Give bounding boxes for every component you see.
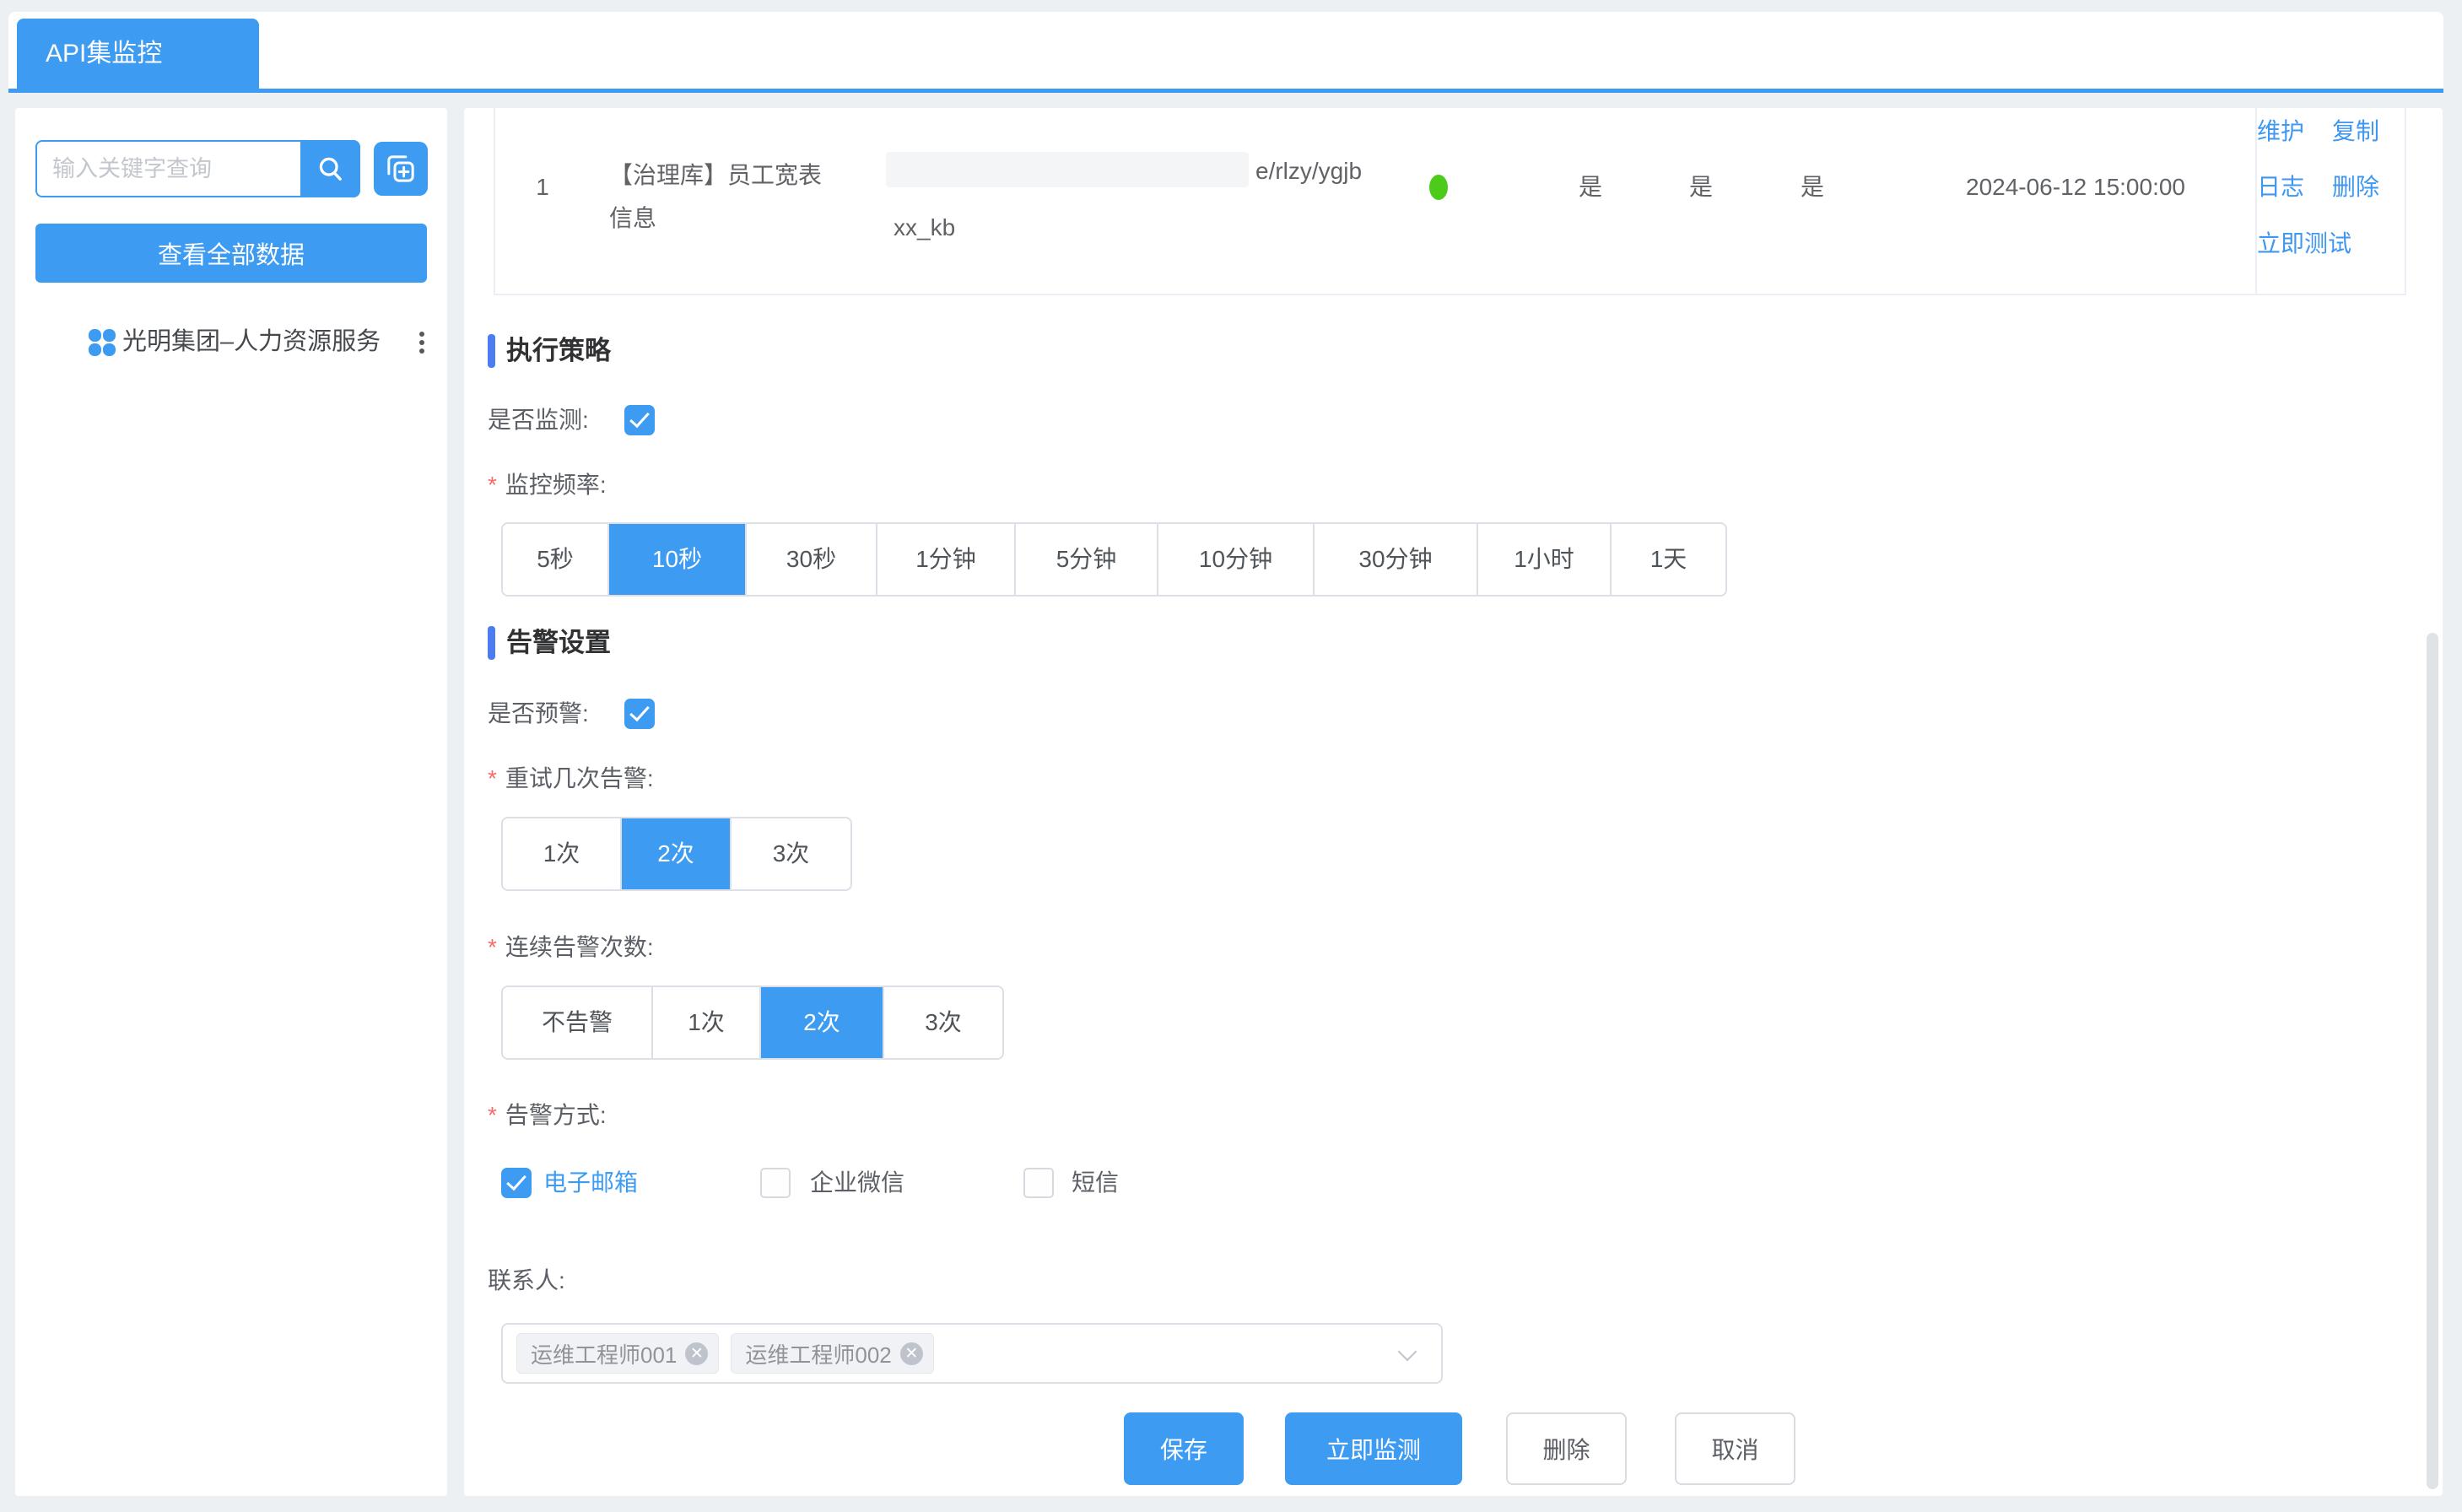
contacts-select[interactable]: 运维工程师001 ✕ 运维工程师002 ✕ [501, 1323, 1443, 1384]
retry-option-2-selected[interactable]: 2次 [620, 818, 730, 889]
required-mark: * [488, 1102, 497, 1128]
row-flag-2: 是 [1676, 170, 1726, 204]
row-url-line2: xx_kb [894, 211, 955, 245]
contacts-label: 联系人: [488, 1266, 565, 1296]
frequency-option-1h[interactable]: 1小时 [1477, 524, 1610, 595]
tree-item-label: 光明集团–人力资源服务 [122, 327, 381, 356]
prewarn-enabled-checkbox[interactable] [624, 699, 655, 729]
row-api-name: 【治理库】员工宽表 信息 [609, 154, 862, 240]
monitor-now-button[interactable]: 立即监测 [1285, 1412, 1462, 1485]
row-flag-1: 是 [1565, 170, 1616, 204]
consecutive-option-1[interactable]: 1次 [651, 987, 759, 1058]
consecutive-option-2-selected[interactable]: 2次 [759, 987, 883, 1058]
remove-contact-icon[interactable]: ✕ [685, 1342, 708, 1365]
search-input[interactable] [35, 140, 300, 197]
retry-button-group: 1次 2次 3次 [501, 817, 852, 891]
row-updated-at: 2024-06-12 15:00:00 [1924, 170, 2227, 204]
table-border-left [494, 108, 495, 295]
row-index: 1 [517, 170, 568, 204]
row-api-name-line2: 信息 [609, 197, 862, 240]
search-icon [316, 154, 346, 184]
save-button[interactable]: 保存 [1124, 1412, 1244, 1485]
more-menu-icon[interactable] [415, 329, 429, 356]
add-copy-button[interactable] [374, 142, 428, 196]
exec-policy-section-title: 执行策略 [506, 334, 611, 368]
action-maintain-link[interactable]: 维护 [2257, 115, 2304, 148]
exec-policy-section-bar [488, 334, 495, 368]
frequency-button-group: 5秒 10秒 30秒 1分钟 5分钟 10分钟 30分钟 1小时 1天 [501, 522, 1727, 597]
frequency-option-30s[interactable]: 30秒 [745, 524, 876, 595]
search-group [35, 140, 360, 197]
method-email-label[interactable]: 电子邮箱 [543, 1168, 638, 1198]
prewarn-enabled-label: 是否预警: [488, 699, 589, 729]
frequency-option-1d[interactable]: 1天 [1610, 524, 1725, 595]
method-wechat-checkbox[interactable] [760, 1168, 791, 1198]
row-api-name-line1: 【治理库】员工宽表 [609, 154, 862, 197]
contact-tag: 运维工程师001 ✕ [516, 1333, 719, 1374]
consecutive-label: *连续告警次数: [488, 932, 654, 963]
retry-option-1[interactable]: 1次 [503, 818, 620, 889]
frequency-option-1min[interactable]: 1分钟 [876, 524, 1014, 595]
delete-button[interactable]: 删除 [1506, 1412, 1627, 1485]
api-monitor-page: API集监控 查看全部数据 光明集团–人力资源服务 [0, 0, 2462, 1512]
alert-settings-section-bar [488, 626, 495, 660]
frequency-option-5min[interactable]: 5分钟 [1014, 524, 1157, 595]
consecutive-button-group: 不告警 1次 2次 3次 [501, 986, 1004, 1060]
required-mark: * [488, 934, 497, 960]
tab-bar: API集监控 [8, 12, 2443, 93]
sidebar: 查看全部数据 光明集团–人力资源服务 [15, 108, 447, 1496]
method-sms-checkbox[interactable] [1023, 1168, 1054, 1198]
alert-settings-section-title: 告警设置 [506, 626, 611, 660]
contact-tag-label: 运维工程师001 [531, 1338, 677, 1369]
status-dot-green [1429, 175, 1448, 200]
contact-tag: 运维工程师002 ✕ [731, 1333, 933, 1374]
retry-label: *重试几次告警: [488, 764, 654, 794]
tab-api-monitor[interactable]: API集监控 [17, 19, 259, 89]
method-wechat-label[interactable]: 企业微信 [810, 1168, 904, 1198]
frequency-option-30min[interactable]: 30分钟 [1313, 524, 1477, 595]
remove-contact-icon[interactable]: ✕ [900, 1342, 923, 1365]
action-delete-link[interactable]: 删除 [2332, 170, 2379, 204]
org-group-icon [89, 329, 116, 356]
table-row-bottom-border [494, 294, 2406, 295]
frequency-option-5s[interactable]: 5秒 [503, 524, 607, 595]
monitor-enabled-label: 是否监测: [488, 405, 589, 435]
view-all-data-button[interactable]: 查看全部数据 [35, 224, 427, 283]
url-redaction-box [886, 152, 1249, 187]
retry-option-3[interactable]: 3次 [730, 818, 850, 889]
frequency-label: *监控频率: [488, 470, 607, 500]
row-url-visible: e/rlzy/ygjb [1255, 154, 1362, 188]
consecutive-option-none[interactable]: 不告警 [503, 987, 651, 1058]
frequency-option-10min[interactable]: 10分钟 [1157, 524, 1313, 595]
required-mark: * [488, 472, 497, 498]
cancel-button[interactable]: 取消 [1675, 1412, 1795, 1485]
chevron-down-icon [1398, 1342, 1417, 1362]
copy-plus-icon [384, 152, 418, 186]
action-copy-link[interactable]: 复制 [2332, 115, 2379, 148]
main-panel: 1 【治理库】员工宽表 信息 e/rlzy/ygjb xx_kb 是 是 是 2… [464, 108, 2443, 1496]
table-border-right [2405, 108, 2406, 295]
alert-method-label: *告警方式: [488, 1100, 607, 1131]
monitor-enabled-checkbox[interactable] [624, 405, 655, 435]
required-mark: * [488, 765, 497, 791]
consecutive-option-3[interactable]: 3次 [883, 987, 1002, 1058]
method-sms-label[interactable]: 短信 [1072, 1168, 1119, 1198]
method-email-checkbox[interactable] [501, 1168, 532, 1198]
vertical-scrollbar-thumb[interactable] [2427, 633, 2438, 1489]
contact-tag-label: 运维工程师002 [745, 1338, 891, 1369]
action-log-link[interactable]: 日志 [2257, 170, 2304, 204]
search-button[interactable] [300, 140, 360, 197]
action-test-now-link[interactable]: 立即测试 [2257, 227, 2351, 261]
tree-item-org[interactable]: 光明集团–人力资源服务 [15, 322, 447, 361]
row-flag-3: 是 [1787, 170, 1838, 204]
frequency-option-10s-selected[interactable]: 10秒 [607, 524, 745, 595]
